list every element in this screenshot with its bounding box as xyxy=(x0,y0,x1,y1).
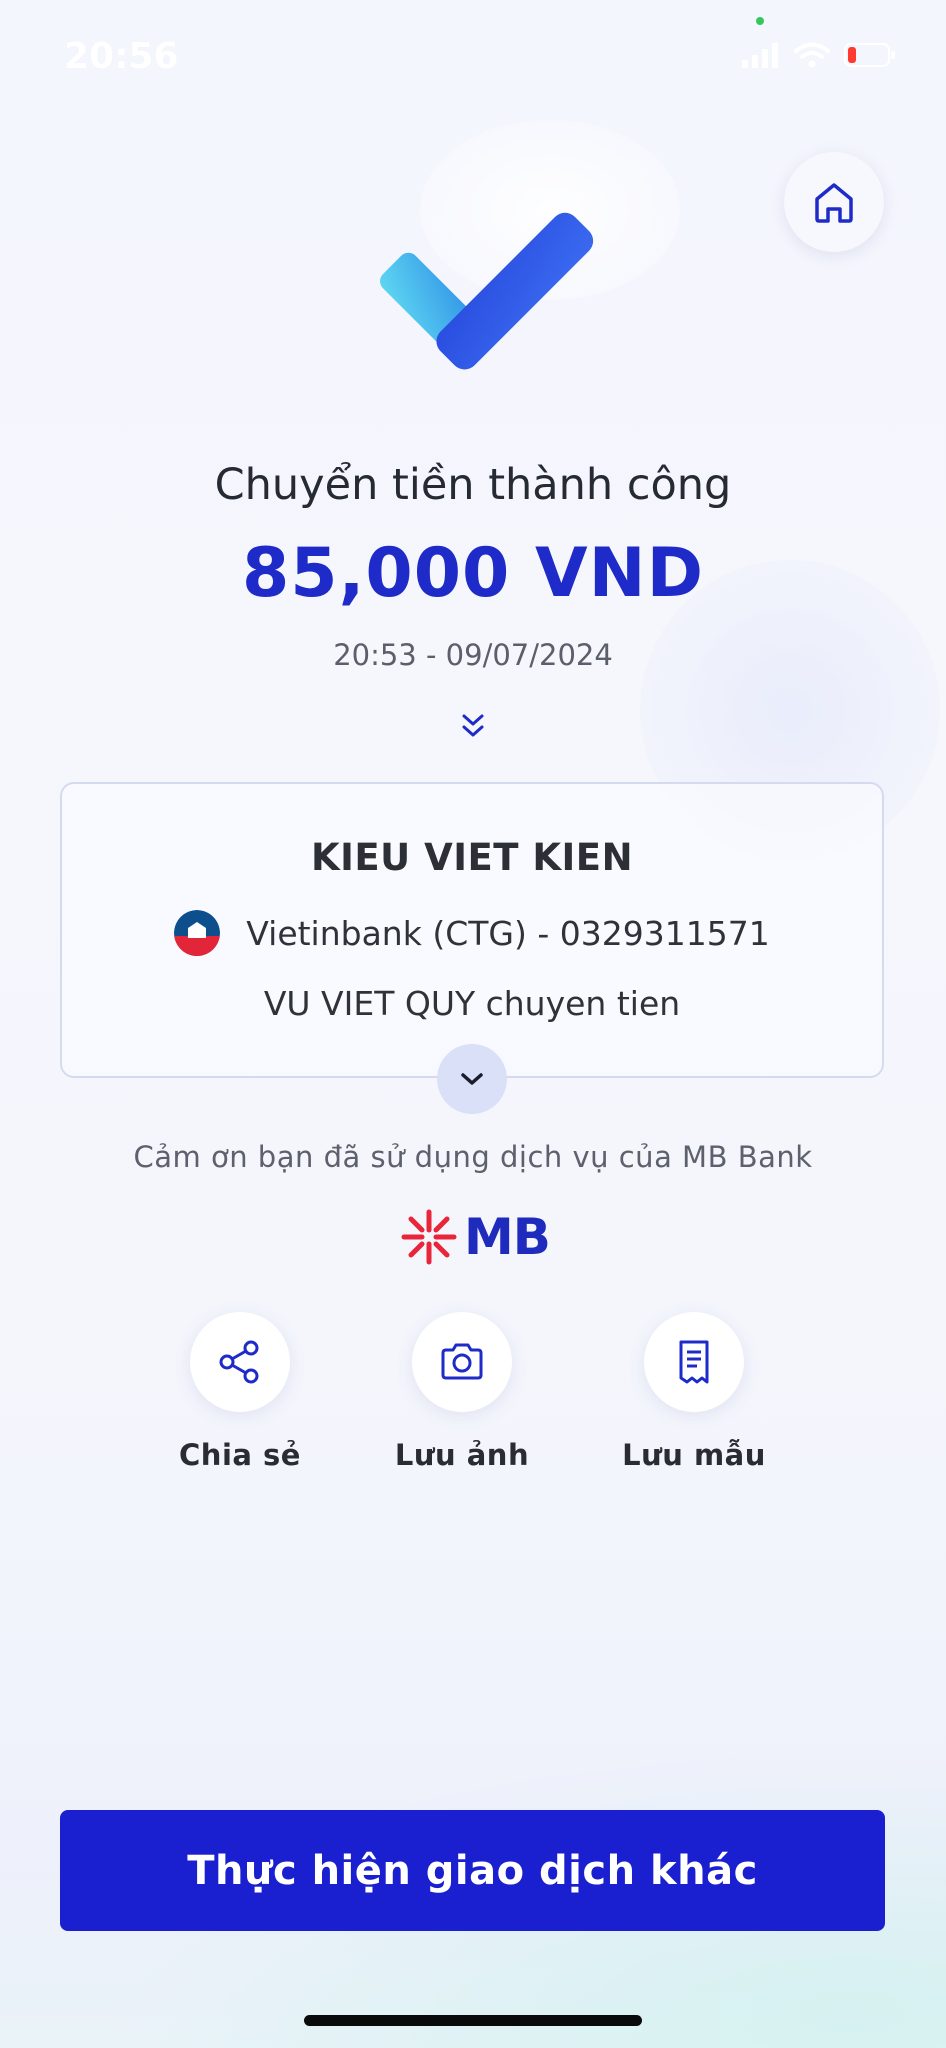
save-template-label: Lưu mẫu xyxy=(622,1438,766,1472)
status-icons xyxy=(740,42,896,68)
double-chevron-down-icon xyxy=(462,714,484,737)
share-button-circle[interactable] xyxy=(190,1312,290,1412)
chevron-down-icon xyxy=(461,1073,483,1085)
save-template-button[interactable]: Lưu mẫu xyxy=(584,1312,804,1472)
mb-bank-logo: MB xyxy=(400,1208,551,1266)
camera-icon xyxy=(441,1343,483,1380)
status-time: 20:56 xyxy=(64,36,179,77)
save-template-button-circle[interactable] xyxy=(644,1312,744,1412)
success-check-icon xyxy=(380,212,594,370)
mb-star-icon xyxy=(401,1209,457,1265)
mb-logo-text: MB xyxy=(464,1208,551,1266)
expand-details-button[interactable] xyxy=(437,1044,507,1114)
share-icon xyxy=(219,1340,259,1384)
save-image-button-circle[interactable] xyxy=(412,1312,512,1412)
share-button[interactable]: Chia sẻ xyxy=(130,1312,350,1472)
save-image-button[interactable]: Lưu ảnh xyxy=(352,1312,572,1472)
receipt-icon xyxy=(679,1340,709,1384)
wifi-icon xyxy=(794,42,830,68)
transfer-details-card: KIEU VIET KIEN Vietinbank (CTG) - 032931… xyxy=(60,782,884,1078)
home-button[interactable] xyxy=(784,152,884,252)
home-indicator[interactable] xyxy=(304,2015,642,2026)
privacy-indicator-dot xyxy=(756,17,764,25)
thank-you-message: Cảm ơn bạn đã sử dụng dịch vụ của MB Ban… xyxy=(133,1140,813,1174)
bank-account-text: Vietinbank (CTG) - 0329311571 xyxy=(246,913,770,953)
new-transaction-button[interactable]: Thực hiện giao dịch khác xyxy=(60,1810,885,1931)
cellular-signal-icon xyxy=(742,43,778,68)
new-transaction-label: Thực hiện giao dịch khác xyxy=(187,1847,758,1894)
transfer-datetime: 20:53 - 09/07/2024 xyxy=(333,638,613,672)
home-icon xyxy=(815,183,853,223)
transfer-amount: 85,000 VND xyxy=(241,534,705,613)
bank-account-row: Vietinbank (CTG) - 0329311571 xyxy=(62,910,882,956)
vietinbank-logo xyxy=(174,910,221,956)
transfer-memo: VU VIET QUY chuyen tien xyxy=(263,984,681,1023)
save-image-label: Lưu ảnh xyxy=(394,1438,530,1472)
battery-icon xyxy=(844,43,895,67)
success-title: Chuyển tiền thành công xyxy=(214,460,732,510)
share-label: Chia sẻ xyxy=(179,1438,301,1472)
recipient-name: KIEU VIET KIEN xyxy=(310,836,634,879)
